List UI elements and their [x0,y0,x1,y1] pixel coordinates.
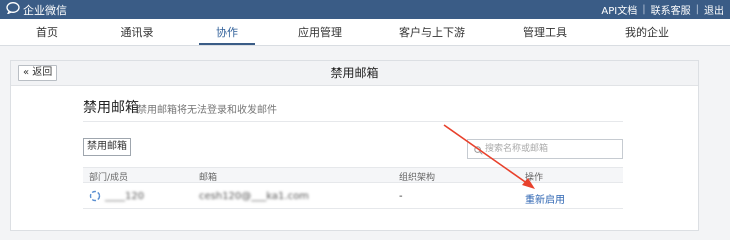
member-avatar-icon [89,190,101,205]
panel-header: 禁用邮箱 « 返回 [11,61,698,86]
section-title: 禁用邮箱 [83,100,139,116]
column-action: 操作 [525,173,544,183]
top-bar: 企业微信 API文档 | 联系客服 | 退出 [0,0,730,19]
nav-app-management[interactable]: 应用管理 [298,19,342,46]
nav-home[interactable]: 首页 [36,19,58,46]
nav-collaboration[interactable]: 协作 [216,19,238,46]
back-button[interactable]: « 返回 [18,65,58,81]
column-email: 邮箱 [199,173,218,183]
table-row: ____120 cesh120@___ka1.com - 重新启用 [83,183,623,209]
contact-support-link[interactable]: 联系客服 [651,2,691,17]
wework-logo-icon [6,2,20,17]
disable-mailbox-button[interactable]: 禁用邮箱 [83,138,131,156]
nav-contacts[interactable]: 通讯录 [121,19,154,46]
search-input[interactable] [485,141,619,157]
member-email: cesh120@___ka1.com [199,191,309,202]
brand-name: 企业微信 [23,3,67,17]
member-name: ____120 [105,191,145,202]
search-icon [474,144,483,158]
section-description: 禁用邮箱将无法登录和收发邮件 [137,105,277,116]
top-links: API文档 | 联系客服 | 退出 [601,2,724,17]
column-org: 组织架构 [399,173,436,183]
nav-my-company[interactable]: 我的企业 [625,19,669,46]
column-member: 部门/成员 [89,173,129,183]
search-box[interactable] [467,139,623,159]
separator: | [695,4,699,15]
main-nav: 首页 通讯录 协作 应用管理 客户与上下游 管理工具 我的企业 [0,19,730,46]
nav-customers[interactable]: 客户与上下游 [399,19,465,46]
divider [83,121,623,122]
member-org: - [399,191,403,202]
main-panel: 禁用邮箱 « 返回 禁用邮箱 禁用邮箱将无法登录和收发邮件 禁用邮箱 部门/成员… [10,60,699,231]
table-header: 部门/成员 邮箱 组织架构 操作 [83,167,623,183]
separator: | [642,4,646,15]
nav-active-indicator [199,43,255,45]
logout-link[interactable]: 退出 [704,2,724,17]
re-enable-link[interactable]: 重新启用 [525,191,565,206]
api-docs-link[interactable]: API文档 [601,2,637,17]
brand[interactable]: 企业微信 [6,2,67,17]
page-title: 禁用邮箱 [330,66,379,80]
nav-admin-tools[interactable]: 管理工具 [523,19,567,46]
